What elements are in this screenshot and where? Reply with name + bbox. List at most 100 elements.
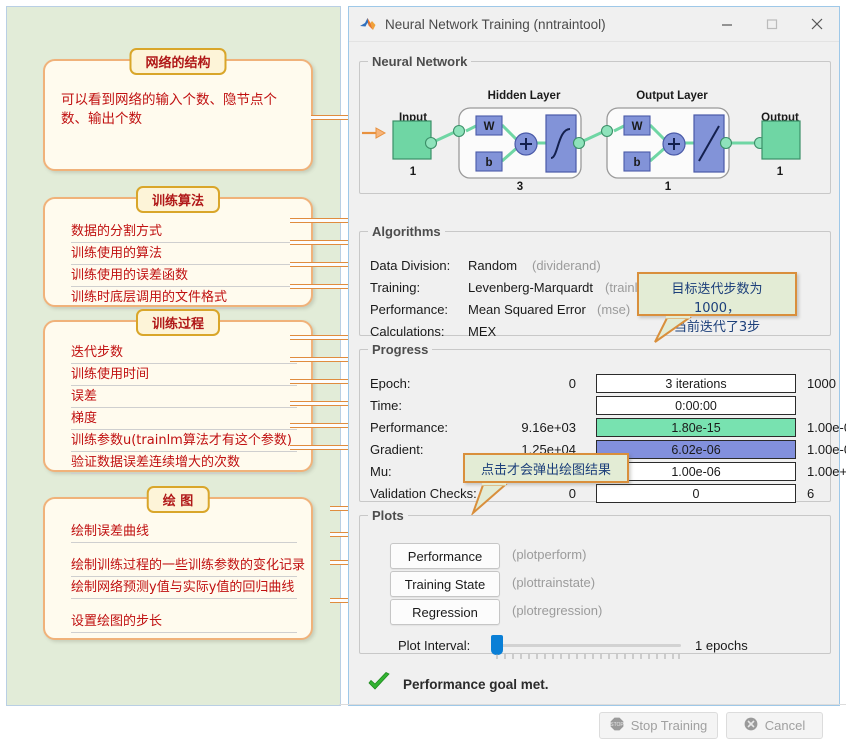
- close-icon[interactable]: [794, 8, 839, 41]
- annotation-line: 绘制训练过程的一些训练参数的变化记录: [71, 555, 297, 577]
- plot-interval-slider-ticks: [495, 650, 681, 659]
- status-row: Performance goal met.: [367, 672, 549, 697]
- annotation-card-plots: 绘 图 绘制误差曲线 绘制训练过程的一些训练参数的变化记录 绘制网络预测y值与实…: [43, 497, 313, 640]
- algorithm-label: Data Division:: [370, 258, 450, 273]
- annotation-card-training-algorithm: 训练算法 数据的分割方式 训练使用的算法 训练使用的误差函数 训练时底层调用的文…: [43, 197, 313, 307]
- maximize-icon[interactable]: [749, 8, 794, 41]
- nntraintool-window: Neural Network Training (nntraintool) Ne…: [348, 6, 840, 706]
- annotation-line: 误差: [71, 386, 297, 408]
- annotation-line: 数据的分割方式: [71, 221, 297, 243]
- cancel-icon: [744, 717, 758, 734]
- algorithm-function: (mse): [597, 302, 630, 317]
- group-title-algorithms: Algorithms: [368, 224, 445, 239]
- plot-interval-slider-track[interactable]: [495, 644, 681, 647]
- svg-text:W: W: [632, 121, 643, 133]
- annotation-line: 绘制网络预测y值与实际y值的回归曲线: [71, 577, 297, 599]
- svg-text:W: W: [484, 121, 495, 133]
- progress-end-validation-checks: 6: [807, 486, 814, 501]
- window-title: Neural Network Training (nntraintool): [385, 17, 704, 32]
- cancel-label: Cancel: [765, 718, 805, 733]
- progress-label-time: Time:: [370, 398, 402, 413]
- progress-start-epoch: 0: [484, 376, 576, 391]
- svg-text:1: 1: [665, 181, 672, 193]
- svg-text:STOP: STOP: [610, 722, 624, 728]
- plot-interval-label: Plot Interval:: [398, 638, 470, 653]
- progress-bar-epoch: 3 iterations: [596, 374, 796, 393]
- green-check-icon: [367, 672, 391, 697]
- progress-end-mu: 1.00e+10: [807, 464, 846, 479]
- annotation-line: 梯度: [71, 408, 297, 430]
- progress-bar-time: 0:00:00: [596, 396, 796, 415]
- progress-end-gradient: 1.00e-07: [807, 442, 846, 457]
- cancel-button[interactable]: Cancel: [726, 712, 823, 739]
- neural-network-group: Neural Network Hidden Layer Output Layer…: [359, 54, 831, 194]
- plot-function-training-state: (plottrainstate): [512, 575, 595, 590]
- annotation-line: 迭代步数: [71, 342, 297, 364]
- svg-text:1: 1: [777, 166, 784, 178]
- annotation-line: 训练参数u(trainlm算法才有这个参数): [71, 430, 297, 452]
- algorithm-value: Levenberg-Marquardt: [468, 280, 593, 295]
- progress-label-epoch: Epoch:: [370, 376, 410, 391]
- callout-epoch: 目标迭代步数为1000， 当前迭代了3步: [637, 272, 797, 316]
- algorithm-label: Calculations:: [370, 324, 444, 339]
- annotation-line: 验证数据误差连续增大的次数: [71, 452, 297, 474]
- progress-end-epoch: 1000: [807, 376, 836, 391]
- plot-function-regression: (plotregression): [512, 603, 602, 618]
- algorithm-label: Training:: [370, 280, 420, 295]
- progress-label-validation-checks: Validation Checks:: [370, 486, 477, 501]
- progress-label-performance: Performance:: [370, 420, 448, 435]
- plot-button-performance[interactable]: Performance: [390, 543, 500, 569]
- annotation-card-title: 绘 图: [147, 486, 210, 513]
- callout-line: 目标迭代步数为1000，: [649, 280, 785, 318]
- stop-icon: STOP: [610, 717, 624, 734]
- annotation-line: 设置绘图的步长: [71, 611, 297, 633]
- algorithm-value: MEX: [468, 324, 496, 339]
- annotation-line: 绘制误差曲线: [71, 521, 297, 543]
- annotation-line: 训练使用时间: [71, 364, 297, 386]
- annotation-card-training-process: 训练过程 迭代步数 训练使用时间 误差 梯度 训练参数u(trainlm算法才有…: [43, 320, 313, 472]
- window-titlebar: Neural Network Training (nntraintool): [349, 7, 839, 42]
- stop-training-button[interactable]: STOP Stop Training: [599, 712, 718, 739]
- annotation-line: 训练时底层调用的文件格式: [71, 287, 297, 309]
- svg-text:3: 3: [517, 181, 523, 193]
- annotation-line: 训练使用的算法: [71, 243, 297, 265]
- svg-text:Output Layer: Output Layer: [636, 90, 708, 102]
- plot-button-training-state[interactable]: Training State: [390, 571, 500, 597]
- svg-text:b: b: [633, 157, 640, 169]
- matlab-logo-icon: [359, 16, 377, 32]
- stop-training-label: Stop Training: [631, 718, 708, 733]
- network-diagram: Hidden Layer Output Layer Input Output: [360, 69, 830, 193]
- status-message: Performance goal met.: [403, 677, 549, 692]
- callout-plots: 点击才会弹出绘图结果: [463, 453, 629, 483]
- algorithm-function: (dividerand): [532, 258, 601, 273]
- annotation-card-title: 网络的结构: [129, 48, 226, 75]
- progress-end-performance: 1.00e-05: [807, 420, 846, 435]
- svg-text:Hidden Layer: Hidden Layer: [488, 90, 561, 102]
- minimize-icon[interactable]: [704, 8, 749, 41]
- footer-divider: [339, 704, 846, 705]
- annotation-card-title: 训练算法: [136, 186, 220, 213]
- annotation-panel: 网络的结构 可以看到网络的输入个数、隐节点个数、输出个数 训练算法 数据的分割方…: [6, 6, 341, 706]
- plot-button-regression[interactable]: Regression: [390, 599, 500, 625]
- algorithm-value: Mean Squared Error: [468, 302, 586, 317]
- callout-line: 点击才会弹出绘图结果: [475, 461, 617, 480]
- annotation-card-paragraph: 可以看到网络的输入个数、隐节点个数、输出个数: [61, 91, 297, 129]
- progress-start-performance: 9.16e+03: [484, 420, 576, 435]
- algorithm-label: Performance:: [370, 302, 448, 317]
- annotation-card-network-structure: 网络的结构 可以看到网络的输入个数、隐节点个数、输出个数: [43, 59, 313, 171]
- group-title-progress: Progress: [368, 342, 432, 357]
- annotation-line: 训练使用的误差函数: [71, 265, 297, 287]
- window-body: Neural Network Hidden Layer Output Layer…: [349, 42, 839, 705]
- progress-bar-validation-checks: 0: [596, 484, 796, 503]
- plot-function-performance: (plotperform): [512, 547, 586, 562]
- group-title-plots: Plots: [368, 508, 408, 523]
- svg-text:1: 1: [410, 166, 417, 178]
- annotation-card-title: 训练过程: [136, 309, 220, 336]
- plot-interval-value: 1 epochs: [695, 638, 748, 653]
- svg-text:b: b: [485, 157, 492, 169]
- progress-bar-performance: 1.80e-15: [596, 418, 796, 437]
- plots-group: Plots Performance (plotperform) Training…: [359, 508, 831, 654]
- screenshot-root: 网络的结构 可以看到网络的输入个数、隐节点个数、输出个数 训练算法 数据的分割方…: [0, 0, 846, 712]
- progress-label-gradient: Gradient:: [370, 442, 423, 457]
- algorithm-value: Random: [468, 258, 517, 273]
